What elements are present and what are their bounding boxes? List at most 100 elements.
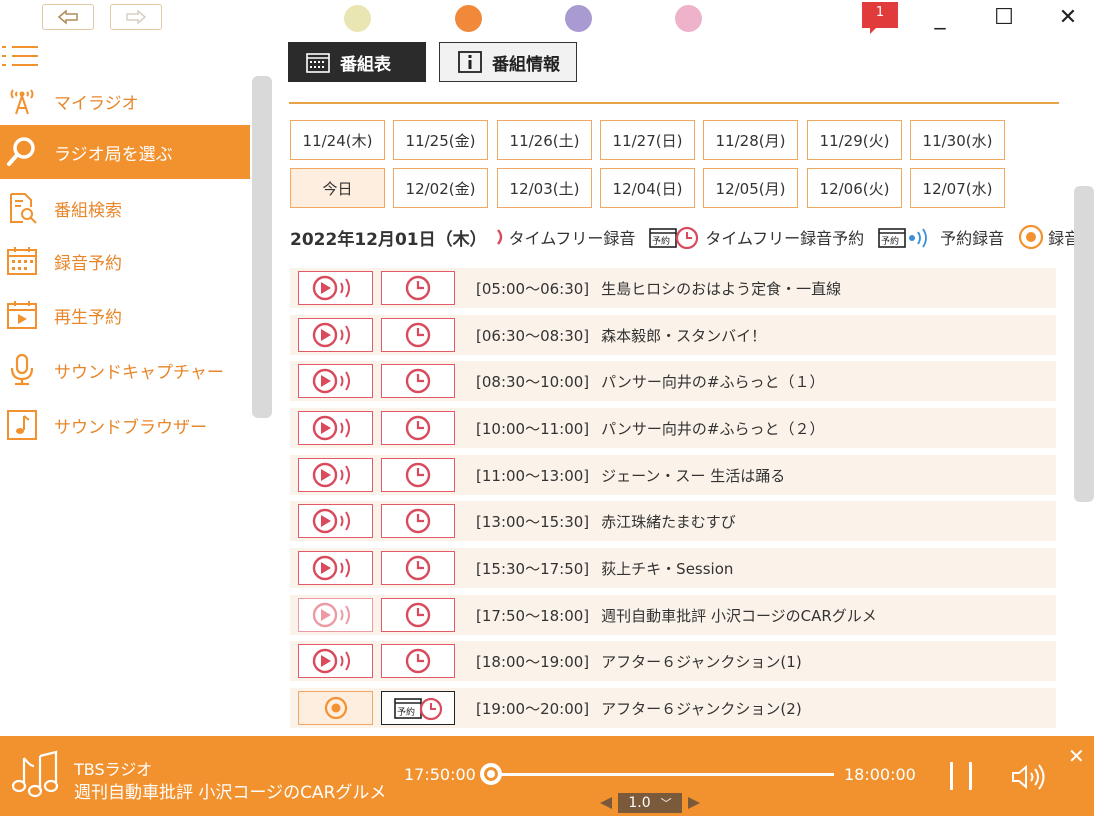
date-button[interactable]: 12/07(水) (910, 168, 1005, 208)
program-time: [06:30～08:30] (476, 327, 590, 345)
timefree-reserve-button[interactable] (381, 598, 455, 632)
title-bar: 1 _ ☐ ✕ (0, 0, 1094, 36)
program-row[interactable]: [17:50～18:00] 週刊自動車批評 小沢コージのCARグルメ (290, 595, 1056, 635)
timefree-reserve-button[interactable] (381, 504, 455, 538)
timefree-record-icon (312, 602, 350, 628)
reserve-record-button[interactable]: 予約 (381, 691, 455, 725)
speed-up-icon[interactable] (686, 795, 702, 811)
sidebar-scrollbar[interactable] (252, 76, 272, 418)
tab-program-info-label: 番組情報 (492, 54, 560, 75)
theme-yellow-button[interactable] (344, 5, 371, 32)
date-button-today[interactable]: 今日 (290, 168, 385, 208)
music-note-icon (2, 405, 42, 445)
timefree-reserve-button[interactable] (381, 364, 455, 398)
reserve-clock-icon: 予約 (394, 697, 443, 721)
theme-orange-button[interactable] (455, 5, 482, 32)
maximize-button[interactable]: ☐ (984, 2, 1024, 32)
antenna-icon (2, 81, 42, 121)
date-button[interactable]: 11/24(木) (290, 120, 385, 160)
date-button[interactable]: 11/28(月) (703, 120, 798, 160)
timefree-reserve-button[interactable] (381, 458, 455, 492)
date-button[interactable]: 11/27(日) (600, 120, 695, 160)
speed-select[interactable]: 1.0 ﹀ (618, 793, 682, 813)
timefree-record-button[interactable] (298, 644, 373, 678)
selected-date: 2022年12月01日（木） (290, 229, 487, 250)
timefree-record-icon (312, 648, 350, 674)
legend-record: 録音 (1018, 224, 1080, 250)
record-icon (324, 696, 347, 720)
timefree-record-button[interactable] (298, 598, 373, 632)
tab-schedule[interactable]: 番組表 (288, 42, 426, 82)
record-button[interactable] (298, 691, 373, 725)
timefree-record-button[interactable] (298, 411, 373, 445)
player-close-button[interactable]: ✕ (1068, 744, 1085, 768)
timefree-record-icon (312, 462, 350, 488)
program-row[interactable]: [05:00～06:30] 生島ヒロシのおはよう定食・一直線 (290, 268, 1056, 308)
timefree-record-button[interactable] (298, 318, 373, 352)
date-button[interactable]: 11/29(火) (807, 120, 902, 160)
program-row[interactable]: [06:30～08:30] 森本毅郎・スタンバイ！ (290, 315, 1056, 355)
program-row[interactable]: 予約 [19:00～20:00] アフター６ジャンクション(2) (290, 688, 1056, 728)
timefree-reserve-button[interactable] (381, 318, 455, 352)
legend-reserve: 予約 予約録音 (878, 225, 1004, 249)
sidebar-item-recording-reservation[interactable]: 録音予約 (0, 234, 250, 288)
sidebar-item-sound-browser[interactable]: サウンドブラウザー (0, 398, 250, 452)
speed-down-icon[interactable] (598, 795, 614, 811)
pause-button[interactable] (950, 762, 972, 790)
clock-icon (405, 415, 431, 441)
date-button[interactable]: 11/26(土) (497, 120, 592, 160)
volume-icon[interactable] (1010, 762, 1050, 792)
main-scrollbar[interactable] (1074, 186, 1094, 502)
date-button[interactable]: 12/05(月) (703, 168, 798, 208)
minimize-button[interactable]: _ (920, 2, 960, 32)
timefree-record-button[interactable] (298, 458, 373, 492)
sidebar-item-my-radio[interactable]: マイラジオ (0, 74, 250, 128)
theme-purple-button[interactable] (565, 5, 592, 32)
sidebar-item-sound-capture[interactable]: サウンドキャプチャー (0, 343, 250, 397)
speed-control[interactable]: 1.0 ﹀ (598, 792, 704, 814)
program-row[interactable]: [13:00～15:30] 赤江珠緒たまむすび (290, 501, 1056, 541)
forward-button[interactable] (110, 4, 162, 30)
program-row[interactable]: [10:00～11:00] パンサー向井の#ふらっと（２） (290, 408, 1056, 448)
program-row[interactable]: [11:00～13:00] ジェーン・スー 生活は踊る (290, 455, 1056, 495)
back-button[interactable] (42, 4, 94, 30)
date-button[interactable]: 12/04(日) (600, 168, 695, 208)
timefree-reserve-button[interactable] (381, 411, 455, 445)
sidebar-item-playback-reservation[interactable]: 再生予約 (0, 288, 250, 342)
legend-timefree: タイムフリー録音 (496, 225, 635, 249)
timefree-reserve-button[interactable] (381, 551, 455, 585)
program-text: [10:00～11:00] パンサー向井の#ふらっと（２） (476, 418, 825, 439)
date-button[interactable]: 12/03(土) (497, 168, 592, 208)
seek-bar[interactable] (492, 773, 834, 776)
timefree-reserve-button[interactable] (381, 271, 455, 305)
sidebar-item-select-station[interactable]: ラジオ局を選ぶ (0, 125, 250, 179)
svg-text:予約: 予約 (652, 235, 670, 247)
svg-text:予約: 予約 (881, 235, 899, 247)
close-button[interactable]: ✕ (1048, 2, 1088, 32)
timefree-record-button[interactable] (298, 364, 373, 398)
legend-timefree-reserve: 予約 タイムフリー録音予約 (649, 225, 864, 249)
timefree-record-icon (312, 555, 350, 581)
notification-badge[interactable]: 1 (862, 2, 898, 34)
program-title: アフター６ジャンクション(2) (601, 700, 802, 718)
date-button[interactable]: 11/30(水) (910, 120, 1005, 160)
timefree-record-button[interactable] (298, 551, 373, 585)
seek-knob[interactable] (480, 763, 502, 785)
date-button[interactable]: 12/06(火) (807, 168, 902, 208)
timefree-record-button[interactable] (298, 271, 373, 305)
search-icon (2, 132, 42, 172)
date-button[interactable]: 11/25(金) (393, 120, 488, 160)
program-row[interactable]: [15:30～17:50] 荻上チキ・Session (290, 548, 1056, 588)
timefree-icon (496, 229, 502, 245)
timefree-reserve-button[interactable] (381, 644, 455, 678)
timefree-record-button[interactable] (298, 504, 373, 538)
menu-icon[interactable] (0, 44, 40, 68)
tab-program-info[interactable]: 番組情報 (439, 42, 577, 82)
program-title: 赤江珠緒たまむすび (601, 513, 736, 531)
program-row[interactable]: [08:30～10:00] パンサー向井の#ふらっと（１） (290, 361, 1056, 401)
theme-pink-button[interactable] (675, 5, 702, 32)
sidebar-item-label: ラジオ局を選ぶ (54, 144, 173, 165)
sidebar-item-program-search[interactable]: 番組検索 (0, 181, 250, 235)
date-button[interactable]: 12/02(金) (393, 168, 488, 208)
program-row[interactable]: [18:00～19:00] アフター６ジャンクション(1) (290, 641, 1056, 681)
